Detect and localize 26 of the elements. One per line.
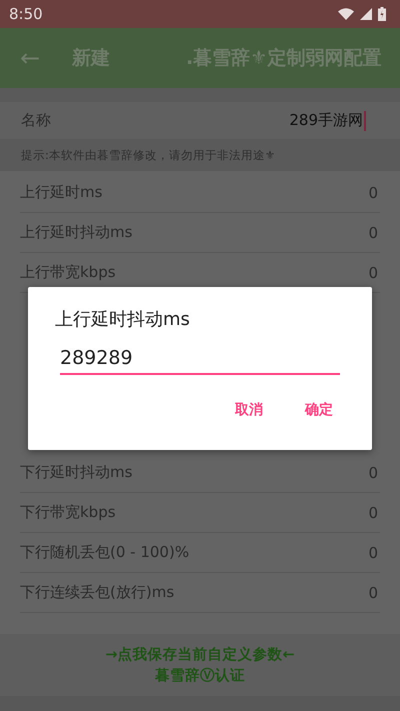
setting-label: 下行带宽kbps [20,503,117,522]
battery-icon [378,7,386,21]
setting-value[interactable]: 0 [368,264,378,282]
confirm-button[interactable]: 确定 [299,397,339,423]
setting-value[interactable]: 0 [368,224,378,242]
signal-icon [360,8,372,20]
setting-label: 下行连续丢包(放行)ms [20,583,176,602]
dialog-title: 上行延时抖动ms [55,308,190,331]
setting-label: 上行延时ms [20,183,104,202]
setting-value[interactable]: 0 [368,464,378,482]
setting-label: 下行随机丢包(0 - 100)% [20,543,190,562]
verified-label: 暮雪辞Ⓥ认证 [155,666,245,685]
setting-value[interactable]: 0 [368,504,378,522]
name-field[interactable]: 289手游网 [289,110,366,130]
input-field[interactable]: 289289 [60,347,340,375]
setting-label: 上行延时抖动ms [20,223,134,242]
setting-label: 下行延时抖动ms [20,463,134,482]
clock: 8:50 [9,5,44,23]
setting-value[interactable]: 0 [368,584,378,602]
back-button[interactable]: ← [20,46,60,70]
save-button[interactable]: →点我保存当前自定义参数← [105,645,295,664]
setting-value[interactable]: 0 [368,184,378,202]
setting-value[interactable]: 0 [368,544,378,562]
setting-label: 上行带宽kbps [20,263,117,282]
cancel-button[interactable]: 取消 [229,397,269,423]
wifi-icon [338,8,354,20]
